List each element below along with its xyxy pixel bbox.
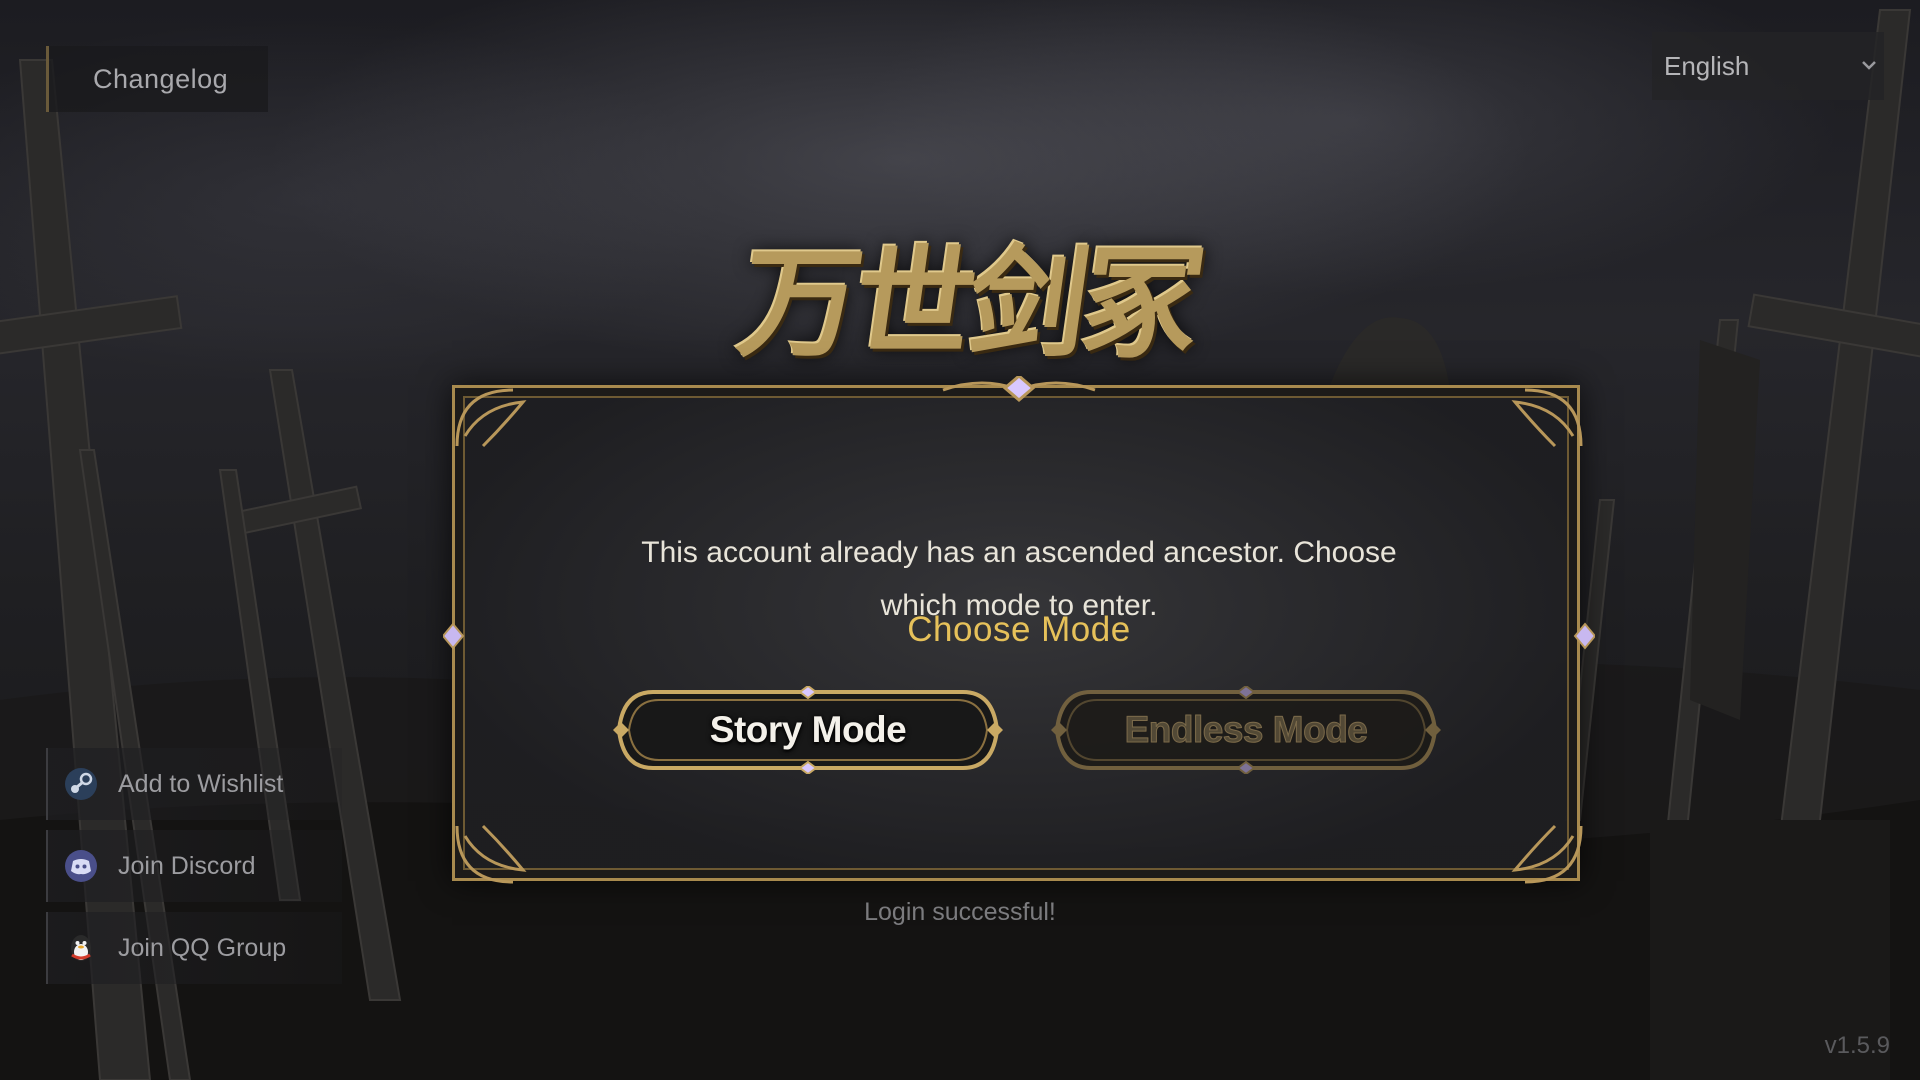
endless-mode-button[interactable]: Endless Mode [1051, 686, 1441, 774]
discord-label: Join Discord [118, 851, 256, 880]
discord-icon [65, 850, 97, 882]
wishlist-label: Add to Wishlist [118, 769, 284, 798]
language-select[interactable]: English [1652, 32, 1884, 100]
endless-mode-label: Endless Mode [1124, 709, 1368, 751]
story-mode-button[interactable]: Story Mode [613, 686, 1003, 774]
game-logo: 万世剑冢 [690, 205, 1250, 380]
add-to-wishlist-link[interactable]: Add to Wishlist [46, 748, 342, 820]
story-mode-label: Story Mode [709, 709, 907, 750]
steam-icon [65, 768, 97, 800]
changelog-button[interactable]: Changelog [46, 46, 268, 112]
join-qq-group-link[interactable]: Join QQ Group [46, 912, 342, 984]
qq-group-label: Join QQ Group [118, 933, 287, 962]
join-discord-link[interactable]: Join Discord [46, 830, 342, 902]
qq-icon [71, 935, 91, 961]
login-status-text: Login successful! [864, 898, 1056, 926]
changelog-label: Changelog [93, 63, 229, 94]
version-label: v1.5.9 [1824, 1032, 1890, 1059]
mode-select-dialog: This account already has an ascended anc… [443, 376, 1595, 884]
logo-title: 万世剑冢 [730, 232, 1207, 374]
chevron-down-icon [1862, 61, 1876, 70]
dialog-title: Choose Mode [907, 610, 1131, 649]
language-selected-value: English [1664, 50, 1750, 81]
